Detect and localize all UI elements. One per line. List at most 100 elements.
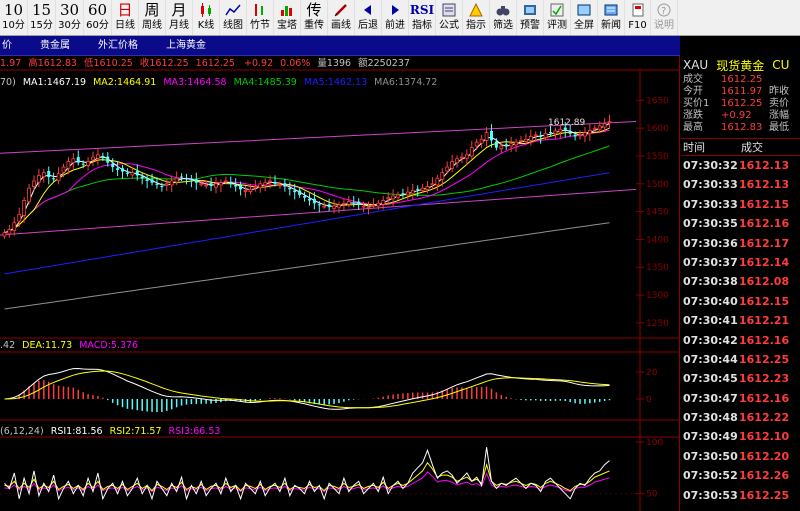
candle-body <box>460 156 464 159</box>
price-axis: 1650 1600 1550 1500 1450 1400 1350 1300 1250 <box>636 96 669 329</box>
candle-body <box>352 202 356 204</box>
candle-body <box>401 193 405 195</box>
toolbar-button-19[interactable]: 预警 <box>517 0 544 35</box>
kline-chart[interactable]: 1.97 高1612.83 低1610.25 收1612.25 1612.25 … <box>0 56 680 511</box>
toolbar-button-4[interactable]: 日日线 <box>112 0 139 35</box>
candle-body <box>549 132 553 134</box>
candle-body <box>583 132 587 137</box>
trend-line-lower <box>0 188 637 236</box>
ma6-line <box>4 222 610 310</box>
toolbar: 10 10分 15 15分 30 30分 60 60分日日线周周线月月线 K线 线图 竹节 宝塔传重传… <box>0 0 800 36</box>
toolbar-button-10[interactable]: 宝塔 <box>274 0 301 35</box>
quote-stat-label2: 昨收 <box>769 86 789 97</box>
toolbar-button-20[interactable]: 评测 <box>544 0 571 35</box>
candle-body <box>17 213 22 222</box>
f10-icon <box>628 1 648 19</box>
candle-body <box>66 161 71 169</box>
market-tab-2[interactable]: 外汇价格 <box>84 36 152 56</box>
toolbar-button-label: 预警 <box>520 20 540 31</box>
candle-body <box>371 204 376 207</box>
candle-body <box>425 186 430 190</box>
toolbar-button-11[interactable]: 传重传 <box>301 0 328 35</box>
toolbar-button-label: 说明 <box>654 20 674 31</box>
symbol-code-partial: CU <box>772 58 790 72</box>
tick-price: 1612.23 <box>739 372 790 386</box>
quote-stat-label2: 涨幅 <box>769 110 789 121</box>
tick-price: 1612.10 <box>739 430 790 444</box>
tick-price: 1612.22 <box>739 411 790 425</box>
tick-time: 07:30:44 <box>683 352 738 366</box>
toolbar-button-7[interactable]: K线 <box>193 0 220 35</box>
candle-body <box>116 168 120 170</box>
candle-body <box>361 205 366 208</box>
market-tab-0[interactable]: 价 <box>0 36 26 56</box>
main-plot: 1612.89 <box>0 114 637 310</box>
candle-body <box>563 127 567 131</box>
candle-body <box>155 183 159 185</box>
chart-area[interactable]: 1.97 高1612.83 低1610.25 收1612.25 1612.25 … <box>0 56 680 511</box>
tick-price: 1612.16 <box>739 333 790 347</box>
toolbar-button-label: 全屏 <box>574 20 594 31</box>
toolbar-button-14[interactable]: 前进 <box>382 0 409 35</box>
close-value: 收1612.25 <box>140 57 189 69</box>
quote-stat-label: 今开 <box>683 86 703 97</box>
candle-body <box>533 134 538 137</box>
rsi-header: (6,12,24) RSI1:81.56 RSI2:71.57 RSI3:66.… <box>0 426 220 437</box>
arrow-right-icon <box>385 1 405 19</box>
candle-body <box>509 143 514 147</box>
toolbar-button-label: 后退 <box>358 20 378 31</box>
toolbar-button-1[interactable]: 15 15分 <box>28 0 56 35</box>
toolbar-button-18[interactable]: 筛选 <box>490 0 517 35</box>
candle-body <box>164 183 169 186</box>
toolbar-button-label: 指标 <box>412 20 432 31</box>
toolbar-button-17[interactable]: 指示 <box>463 0 490 35</box>
toolbar-button-12[interactable]: 画线 <box>328 0 355 35</box>
tower-line-icon <box>277 1 297 19</box>
ticks-header: 时间 成交 <box>681 138 800 156</box>
candlestick-icon <box>196 1 216 19</box>
candle-body <box>416 188 420 190</box>
market-tabs: 价贵金属 外汇价格 上海黄金 <box>0 36 680 56</box>
toolbar-button-22[interactable]: 新闻 <box>598 0 625 35</box>
candle-body <box>558 128 563 133</box>
toolbar-button-3[interactable]: 60 60分 <box>84 0 112 35</box>
toolbar-button-2[interactable]: 30 30分 <box>56 0 84 35</box>
macd-axis-label: 20 <box>646 368 658 378</box>
toolbar-button-15[interactable]: RSI 指标 <box>409 0 436 35</box>
toolbar-button-9[interactable]: 竹节 <box>247 0 274 35</box>
candle-body <box>499 145 504 150</box>
candle-body <box>484 132 489 141</box>
help-icon: ? <box>654 1 674 19</box>
toolbar-button-16[interactable]: 公式 <box>436 0 463 35</box>
rsi-plot: 100 50 <box>0 438 663 501</box>
rsi1-label: RSI1:81.56 <box>51 426 103 437</box>
candle-body <box>61 166 66 173</box>
toolbar-button-8[interactable]: 线图 <box>220 0 247 35</box>
candle-body <box>479 138 484 144</box>
candle-body <box>41 172 46 177</box>
dif-line <box>4 367 610 410</box>
toolbar-button-13[interactable]: 后退 <box>355 0 382 35</box>
toolbar-button-24[interactable]: ? 说明 <box>651 0 678 35</box>
candle-body <box>607 121 612 123</box>
ma1-label: MA1:1467.19 <box>23 77 86 88</box>
market-tab-1[interactable]: 贵金属 <box>26 36 84 56</box>
candle-body <box>239 184 243 190</box>
toolbar-button-glyph: 30 <box>59 1 80 19</box>
col-time: 时间 <box>683 141 705 154</box>
market-tab-3[interactable]: 上海黄金 <box>152 36 220 56</box>
symbol-name: 现货黄金 <box>716 58 765 73</box>
toolbar-button-0[interactable]: 10 10分 <box>0 0 28 35</box>
toolbar-button-6[interactable]: 月月线 <box>166 0 193 35</box>
toolbar-button-label: 15分 <box>30 20 53 31</box>
price-axis-label: 1600 <box>646 124 669 134</box>
toolbar-button-23[interactable]: F10 <box>625 0 651 35</box>
quote-title: XAU 现货黄金 CU <box>681 56 800 74</box>
price-axis-label: 1500 <box>646 180 669 190</box>
toolbar-button-21[interactable]: 全屏 <box>571 0 598 35</box>
quote-stat-row: 今开 1611.97 昨收 <box>681 86 800 98</box>
toolbar-button-5[interactable]: 周周线 <box>139 0 166 35</box>
quote-stat-row: 涨跌 +0.92 涨幅 <box>681 110 800 122</box>
quote-stat-label: 涨跌 <box>683 110 703 121</box>
candle-body <box>553 130 558 135</box>
